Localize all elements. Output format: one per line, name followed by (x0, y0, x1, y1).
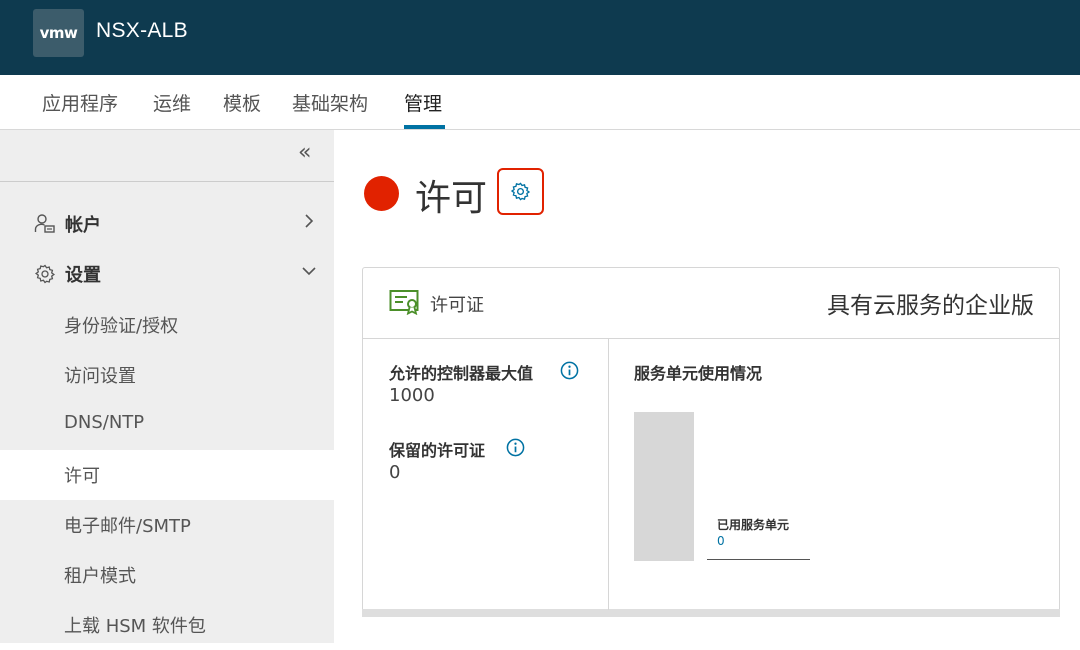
column-divider (608, 339, 609, 610)
app-title: NSX-ALB (96, 19, 188, 42)
sidebar-item-label: 租户模式 (64, 566, 136, 587)
sidebar-item-label: 许可 (64, 466, 100, 487)
sidebar-item-label: 身份验证/授权 (64, 316, 179, 337)
license-edition: 具有云服务的企业版 (827, 293, 1034, 319)
card-footer-bar (362, 609, 1060, 617)
gear-icon (510, 182, 531, 201)
sidebar-item-email-smtp[interactable]: 电子邮件/SMTP (0, 500, 334, 550)
main-nav-tabs: 应用程序 运维 模板 基础架构 管理 (0, 75, 1080, 130)
tab-operations[interactable]: 运维 (153, 89, 191, 116)
sidebar-item-label: 上载 HSM 软件包 (64, 616, 206, 637)
tab-infrastructure[interactable]: 基础架构 (292, 89, 368, 116)
sidebar-item-label: 电子邮件/SMTP (64, 516, 191, 537)
sidebar-divider (0, 181, 334, 182)
gear-icon (34, 264, 56, 284)
sidebar-item-label: DNS/NTP (64, 412, 145, 433)
tab-applications[interactable]: 应用程序 (42, 89, 118, 116)
sidebar-group-accounts[interactable]: 帐户 (34, 210, 324, 240)
sidebar-group-label: 帐户 (65, 215, 101, 236)
sidebar-item-auth[interactable]: 身份验证/授权 (0, 300, 334, 350)
top-header: vmw NSX-ALB (0, 0, 1080, 75)
vmware-logo: vmw (33, 9, 84, 57)
sidebar-item-access-settings[interactable]: 访问设置 (0, 350, 334, 400)
chevron-down-icon (302, 267, 316, 276)
sidebar-item-tenancy-mode[interactable]: 租户模式 (0, 550, 334, 600)
user-group-icon (34, 214, 55, 233)
max-controllers-label: 允许的控制器最大值 (389, 364, 534, 383)
service-units-title: 服务单元使用情况 (634, 364, 763, 383)
reserved-licenses-label: 保留的许可证 (389, 441, 486, 460)
sidebar-item-dns-ntp[interactable]: DNS/NTP (0, 400, 334, 450)
certificate-icon (389, 290, 419, 315)
sidebar-item-label: 访问设置 (64, 366, 136, 387)
license-settings-button[interactable] (497, 168, 544, 215)
tab-administration[interactable]: 管理 (404, 89, 442, 116)
sidebar-item-licensing[interactable]: 许可 (0, 450, 334, 500)
sidebar-group-label: 设置 (65, 265, 101, 286)
status-indicator (364, 176, 399, 211)
chevron-right-icon (305, 214, 314, 228)
card-title: 许可证 (430, 295, 484, 316)
used-service-units-value: 0 (717, 534, 725, 548)
legend-underline (707, 559, 810, 560)
page-title: 许可 (415, 178, 488, 219)
card-header-divider (363, 338, 1059, 339)
max-controllers-value: 1000 (389, 385, 435, 406)
used-service-units-label: 已用服务单元 (717, 518, 790, 532)
reserved-licenses-value: 0 (389, 462, 401, 483)
active-tab-indicator (404, 125, 445, 129)
sidebar-group-settings[interactable]: 设置 (34, 260, 324, 290)
service-units-bar (634, 412, 694, 561)
info-icon[interactable] (560, 361, 579, 380)
info-icon[interactable] (506, 438, 525, 457)
tab-templates[interactable]: 模板 (223, 89, 261, 116)
collapse-sidebar-icon[interactable]: « (298, 140, 311, 165)
